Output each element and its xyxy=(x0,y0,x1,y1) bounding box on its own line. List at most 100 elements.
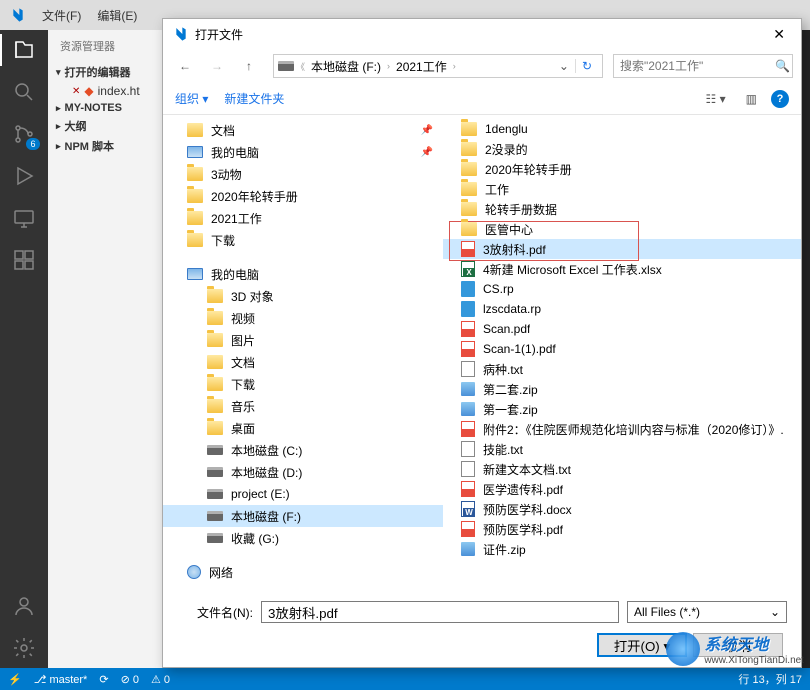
nav-item[interactable]: 本地磁盘 (D:) xyxy=(163,461,443,483)
nav-item-label: 视频 xyxy=(231,310,255,327)
preview-pane-button[interactable]: ▥ xyxy=(740,90,763,108)
search-input[interactable] xyxy=(620,59,775,73)
pdf-icon xyxy=(461,521,475,537)
view-mode-button[interactable]: ☷ ▾ xyxy=(700,90,732,108)
file-item[interactable]: 2020年轮转手册 xyxy=(443,159,801,179)
section-outline[interactable]: ▸大纲 xyxy=(48,116,168,136)
activity-bar: 6 xyxy=(0,30,48,668)
settings-icon[interactable] xyxy=(12,636,36,660)
file-item[interactable]: 医学遗传科.pdf xyxy=(443,479,801,499)
account-icon[interactable] xyxy=(12,594,36,618)
folder-icon xyxy=(461,182,477,196)
search-icon[interactable] xyxy=(12,80,36,104)
nav-item[interactable]: 文档 xyxy=(163,351,443,373)
file-name: 1denglu xyxy=(485,122,528,136)
remote-icon[interactable] xyxy=(12,206,36,230)
nav-item[interactable]: 3动物 xyxy=(163,163,443,185)
nav-item[interactable]: 我的电脑 xyxy=(163,263,443,285)
refresh-icon[interactable]: ↻ xyxy=(575,59,598,73)
nav-up-button[interactable]: ↑ xyxy=(235,54,263,78)
nav-item[interactable]: 本地磁盘 (C:) xyxy=(163,439,443,461)
dialog-close-button[interactable]: ✕ xyxy=(765,22,793,47)
nav-item[interactable]: 本地磁盘 (F:) xyxy=(163,505,443,527)
breadcrumb[interactable]: 《 本地磁盘 (F:) › 2021工作 › ⌄ ↻ xyxy=(273,54,603,78)
file-name: Scan-1(1).pdf xyxy=(483,342,556,356)
nav-item-label: 2020年轮转手册 xyxy=(211,188,298,205)
folder-icon xyxy=(187,167,203,181)
pdf-icon xyxy=(461,341,475,357)
organize-button[interactable]: 组织 ▾ xyxy=(175,90,208,107)
breadcrumb-folder[interactable]: 2021工作 xyxy=(392,58,451,75)
file-item[interactable]: 轮转手册数据 xyxy=(443,199,801,219)
nav-item[interactable]: project (E:) xyxy=(163,483,443,505)
file-item[interactable]: 预防医学科.pdf xyxy=(443,519,801,539)
section-my-notes[interactable]: ▸MY-NOTES xyxy=(48,100,168,116)
file-item[interactable]: 病种.txt xyxy=(443,359,801,379)
open-editor-file[interactable]: ✕◆index.ht xyxy=(48,82,168,100)
nav-item[interactable]: 我的电脑📌 xyxy=(163,141,443,163)
file-item[interactable]: CS.rp xyxy=(443,279,801,299)
nav-item[interactable]: 3D 对象 xyxy=(163,285,443,307)
nav-item[interactable]: 音乐 xyxy=(163,395,443,417)
pin-icon: 📌 xyxy=(421,125,433,136)
nav-item[interactable]: 桌面 xyxy=(163,417,443,439)
section-npm[interactable]: ▸NPM 脚本 xyxy=(48,136,168,156)
file-item[interactable]: 医管中心 xyxy=(443,219,801,239)
menu-edit[interactable]: 编辑(E) xyxy=(89,7,145,24)
file-item[interactable]: Scan.pdf xyxy=(443,319,801,339)
scm-icon[interactable]: 6 xyxy=(12,122,36,146)
status-cursor[interactable]: 行 13，列 17 xyxy=(738,671,802,687)
file-name: 技能.txt xyxy=(483,441,523,458)
file-item[interactable]: lzscdata.rp xyxy=(443,299,801,319)
search-icon[interactable]: 🔍 xyxy=(775,59,790,73)
nav-item-label: project (E:) xyxy=(231,487,290,501)
nav-item[interactable]: 网络 xyxy=(163,561,443,583)
rp-icon xyxy=(461,301,475,317)
file-item[interactable]: 附件2：《住院医师规范化培训内容与标准（2020修订）》. xyxy=(443,419,801,439)
status-warnings[interactable]: ⚠ 0 xyxy=(151,673,170,686)
file-item[interactable]: 证件.zip xyxy=(443,539,801,559)
file-item[interactable]: 第二套.zip xyxy=(443,379,801,399)
extensions-icon[interactable] xyxy=(12,248,36,272)
status-remote-icon[interactable]: ⚡ xyxy=(8,673,22,686)
close-icon[interactable]: ✕ xyxy=(72,86,80,97)
status-sync[interactable]: ⟳ xyxy=(99,673,108,686)
status-errors[interactable]: ⊘ 0 xyxy=(121,673,139,686)
folder-icon xyxy=(207,399,223,413)
menu-file[interactable]: 文件(F) xyxy=(34,7,89,24)
breadcrumb-drive[interactable]: 本地磁盘 (F:) xyxy=(307,58,385,75)
nav-forward-button[interactable]: → xyxy=(203,54,231,78)
nav-item[interactable]: 下载 xyxy=(163,229,443,251)
file-item[interactable]: Scan-1(1).pdf xyxy=(443,339,801,359)
file-item[interactable]: 第一套.zip xyxy=(443,399,801,419)
debug-icon[interactable] xyxy=(12,164,36,188)
folder-icon xyxy=(207,311,223,325)
file-item[interactable]: 4新建 Microsoft Excel 工作表.xlsx xyxy=(443,259,801,279)
nav-item[interactable]: 2021工作 xyxy=(163,207,443,229)
section-open-editors[interactable]: ▾打开的编辑器 xyxy=(48,62,168,82)
nav-item[interactable]: 2020年轮转手册 xyxy=(163,185,443,207)
file-item[interactable]: 3放射科.pdf xyxy=(443,239,801,259)
nav-item[interactable]: 文档📌 xyxy=(163,119,443,141)
file-item[interactable]: 预防医学科.docx xyxy=(443,499,801,519)
new-folder-button[interactable]: 新建文件夹 xyxy=(224,90,284,107)
explorer-icon[interactable] xyxy=(12,38,36,62)
file-item[interactable]: 2没录的 xyxy=(443,139,801,159)
search-box[interactable]: 🔍 xyxy=(613,54,793,78)
file-item[interactable]: 工作 xyxy=(443,179,801,199)
nav-item[interactable]: 下载 xyxy=(163,373,443,395)
filename-input[interactable] xyxy=(261,601,619,623)
breadcrumb-dropdown-icon[interactable]: ⌄ xyxy=(555,59,573,73)
help-icon[interactable]: ? xyxy=(771,90,789,108)
nav-item[interactable]: 图片 xyxy=(163,329,443,351)
nav-back-button[interactable]: ← xyxy=(171,54,199,78)
file-item[interactable]: 1denglu xyxy=(443,119,801,139)
status-branch[interactable]: ⎇ master* xyxy=(34,673,88,686)
nav-item[interactable]: 视频 xyxy=(163,307,443,329)
file-item[interactable]: 新建文本文档.txt xyxy=(443,459,801,479)
nav-item[interactable]: 收藏 (G:) xyxy=(163,527,443,549)
watermark-text: 系统天地 xyxy=(704,631,804,655)
file-item[interactable]: 技能.txt xyxy=(443,439,801,459)
file-filter-dropdown[interactable]: All Files (*.*)⌄ xyxy=(627,601,787,623)
zip-icon xyxy=(461,402,475,416)
